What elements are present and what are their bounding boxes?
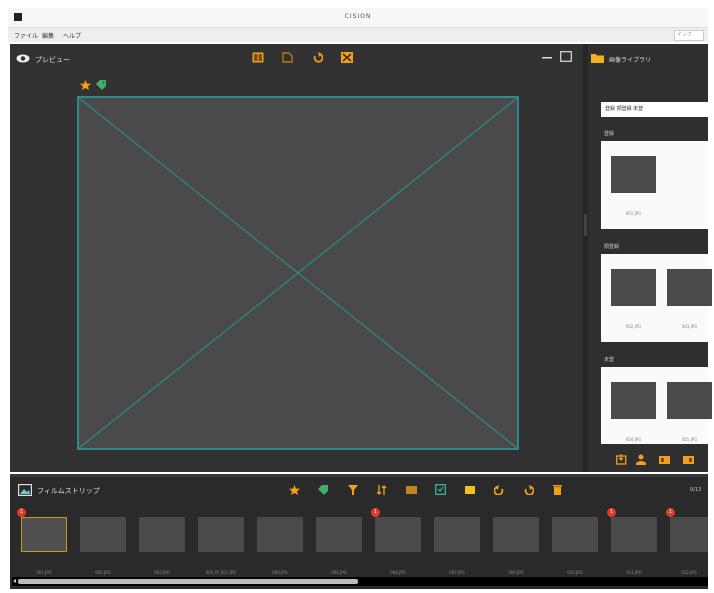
library-thumbnail[interactable] [667,382,712,419]
refresh-view-icon[interactable] [435,484,446,495]
rotate-left-icon[interactable] [494,485,505,495]
library-panel: 画像ライブラリ 登録 顔登録 未登 登録 001.JPG 顔登録 002.JPG… [588,44,712,472]
delete-icon[interactable] [553,484,562,495]
tag-icon[interactable] [96,80,106,90]
import-icon[interactable] [616,454,627,465]
preview-panel: プレビュー [10,44,583,472]
filmstrip-thumbnail[interactable] [375,517,421,552]
filmstrip-thumbnail[interactable] [493,517,539,552]
minimize-panel-icon[interactable] [542,56,552,60]
scrollbar-thumb[interactable] [18,579,358,584]
filmstrip-thumbnail[interactable] [198,517,244,552]
library-section-card: 002.JPG 003.JPG [601,254,712,342]
preview-canvas[interactable] [77,96,519,450]
add-person-icon[interactable] [636,454,646,465]
note-icon[interactable] [465,485,475,495]
preview-label: プレビュー [35,56,70,64]
library-section-label: 登録 [604,131,615,137]
sort-icon[interactable] [377,485,387,495]
splitter-handle[interactable] [584,214,587,236]
filmstrip-tag-icon[interactable] [318,485,328,495]
filter-icon[interactable] [348,485,358,495]
filmstrip-thumbnail[interactable] [139,517,185,552]
filmstrip-image-icon [18,484,32,496]
preview-header: プレビュー [10,44,583,74]
fullscreen-icon[interactable] [341,52,353,63]
filmstrip-caption: 007.JPG [449,570,465,575]
library-thumbnail-caption: 005.JPG [681,437,698,442]
filmstrip-caption: 009.JPG [508,570,524,575]
title-bar: CISION [8,8,708,28]
compare-icon[interactable] [252,52,264,63]
filmstrip-star-icon[interactable] [289,485,300,495]
filmstrip-caption: 011.JPG [626,570,642,575]
filmstrip-thumbnail[interactable] [611,517,657,552]
rotate-icon[interactable] [312,52,323,63]
library-section-card: 001.JPG [601,141,708,229]
filmstrip-thumbnail[interactable] [316,517,362,552]
library-section-label: 未登 [604,357,615,363]
eye-icon [16,54,30,63]
library-label: 画像ライブラリ [609,57,652,64]
filmstrip-thumbnail[interactable] [552,517,598,552]
face-count-badge: 1 [607,508,616,517]
library-section-label: 顔登録 [604,244,620,250]
search-input[interactable]: インフ [674,30,704,41]
menu-bar: ファイル 編集 ヘルプ インフ [8,28,708,42]
library-thumbnail[interactable] [611,156,656,193]
menu-edit[interactable]: 編集 [42,31,54,40]
filmstrip-thumbnail[interactable] [80,517,126,552]
filmstrip-caption: 006.JPG [331,570,347,575]
library-section-card: 004.JPG 005.JPG [601,367,712,444]
folder-icon [591,54,604,63]
library-thumbnail-caption: 003.JPG [681,324,698,329]
library-thumbnail-caption: 002.JPG [625,324,642,329]
filmstrip-caption: 005_IP_001.JPG [205,570,237,575]
filmstrip-caption: 012.JPG [681,570,697,575]
face-count-badge: 1 [371,508,380,517]
filmstrip-caption: 003.JPG [154,570,170,575]
star-icon[interactable] [80,80,91,90]
filmstrip-caption: 008.JPG [390,570,406,575]
library-thumbnail-caption: 004.JPG [625,437,642,442]
select-all-icon[interactable] [406,485,417,495]
filmstrip-thumbnail[interactable] [670,517,708,552]
folder-move-icon[interactable] [683,454,694,465]
scroll-left-arrow-icon[interactable] [13,579,16,583]
filmstrip-thumbnail[interactable] [257,517,303,552]
zoom-icon[interactable] [282,52,293,63]
filmstrip-thumbnail[interactable] [21,517,67,552]
float-panel-icon[interactable] [560,51,572,62]
rotate-right-icon[interactable] [523,485,534,495]
filmstrip-scrollbar[interactable] [12,577,708,586]
library-thumbnail-caption: 001.JPG [625,211,642,216]
library-filter-select[interactable]: 登録 顔登録 未登 [601,102,708,117]
filmstrip-count: 0/13 [690,487,702,493]
filmstrip-panel: フィルムストリップ 0/13 1 001.JPG 002.JPG 003.JPG [10,474,708,589]
library-thumbnail[interactable] [611,269,656,306]
filmstrip-label: フィルムストリップ [37,487,100,495]
group-icon[interactable] [659,454,670,465]
filmstrip-caption: 010.JPG [567,570,583,575]
filmstrip-caption: 001.JPG [36,570,52,575]
empty-image-placeholder [79,98,517,448]
filmstrip-caption: 004.JPG [272,570,288,575]
face-count-badge: 1 [666,508,675,517]
menu-file[interactable]: ファイル [14,31,38,40]
filmstrip-caption: 002.JPG [95,570,111,575]
window-title: CISION [344,13,372,20]
library-thumbnail[interactable] [667,269,712,306]
menu-help[interactable]: ヘルプ [63,31,81,40]
library-thumbnail[interactable] [611,382,656,419]
filmstrip-thumbnail[interactable] [434,517,480,552]
face-count-badge: 1 [17,508,26,517]
library-toolbar [588,448,708,472]
